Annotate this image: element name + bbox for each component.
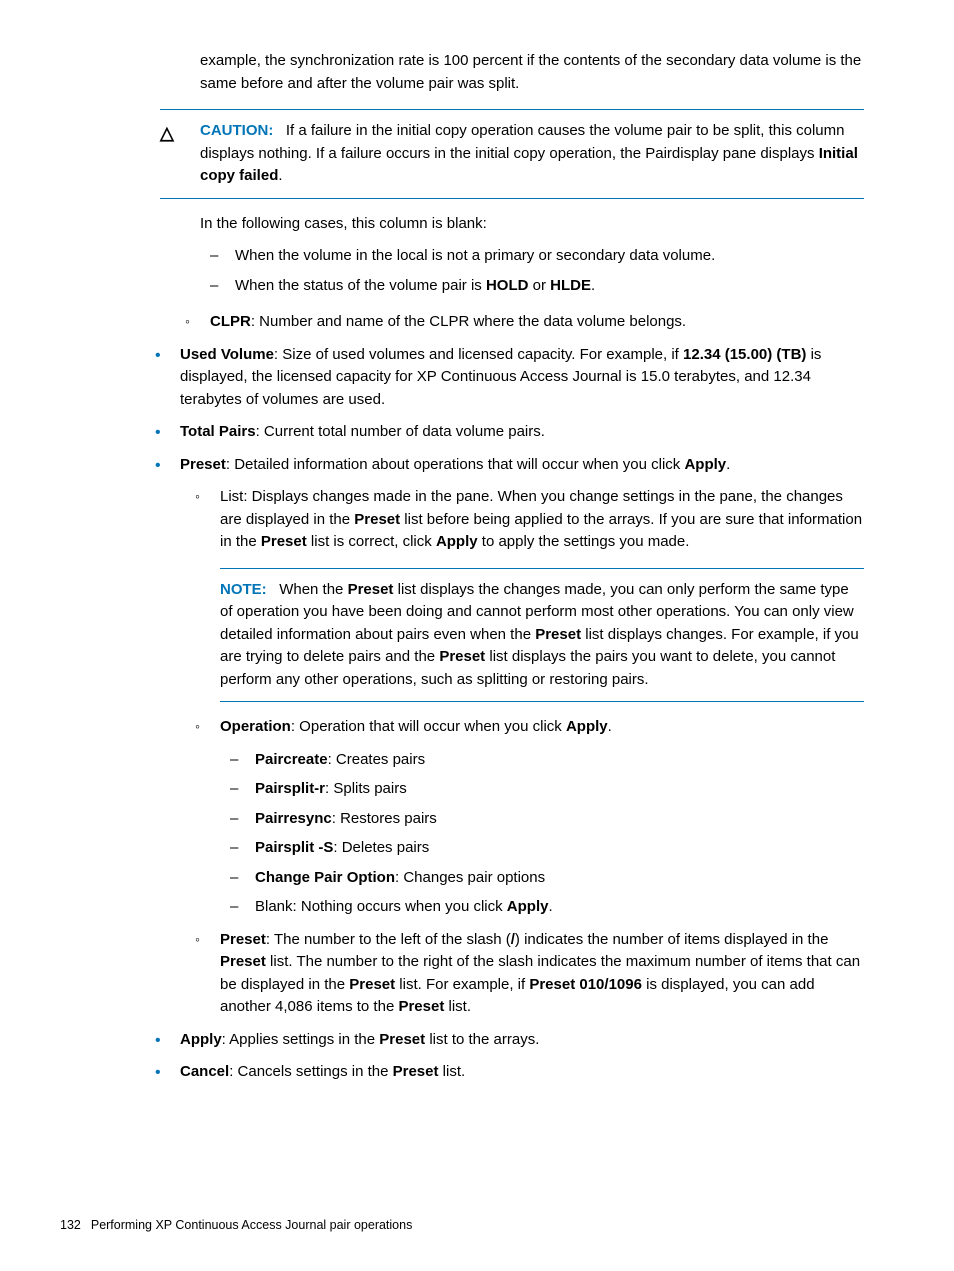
opi0-b: Paircreate bbox=[255, 751, 328, 768]
clpr-list: CLPR: Number and name of the CLPR where … bbox=[60, 311, 864, 334]
ca-t1: : Cancels settings in the bbox=[229, 1063, 392, 1080]
preset-sub-list: List: Displays changes made in the pane.… bbox=[180, 486, 864, 1019]
pl-t3: list is correct, click bbox=[307, 533, 436, 550]
caution-text2: . bbox=[278, 167, 282, 184]
page-number: 132 bbox=[60, 1218, 81, 1232]
pl-b2: Preset bbox=[261, 533, 307, 550]
ca-b2: Preset bbox=[393, 1063, 439, 1080]
clpr-item: CLPR: Number and name of the CLPR where … bbox=[180, 311, 864, 334]
pn-b4: Preset bbox=[349, 976, 395, 993]
ca-t2: list. bbox=[439, 1063, 466, 1080]
opi0-t: : Creates pairs bbox=[328, 751, 426, 768]
pn-t6: list. bbox=[444, 998, 471, 1015]
op-pairresync: Pairresync: Restores pairs bbox=[225, 808, 864, 831]
case2-b1: HOLD bbox=[486, 277, 529, 294]
op-pairsplit-s: Pairsplit -S: Deletes pairs bbox=[225, 837, 864, 860]
main-list: Used Volume: Size of used volumes and li… bbox=[60, 344, 864, 1084]
note-label: NOTE: bbox=[220, 581, 267, 598]
op-t2: . bbox=[608, 718, 612, 735]
footer-title: Performing XP Continuous Access Journal … bbox=[91, 1218, 412, 1232]
case2-pre: When the status of the volume pair is bbox=[235, 277, 486, 294]
apply-item: Apply: Applies settings in the Preset li… bbox=[150, 1029, 864, 1052]
pr-t1: : Detailed information about operations … bbox=[226, 456, 685, 473]
pr-b2: Apply bbox=[684, 456, 726, 473]
n-b3: Preset bbox=[439, 648, 485, 665]
pn-b1: Preset bbox=[220, 931, 266, 948]
clpr-text: : Number and name of the CLPR where the … bbox=[251, 313, 686, 330]
op-t1: : Operation that will occur when you cli… bbox=[291, 718, 566, 735]
uv-b1: Used Volume bbox=[180, 346, 274, 363]
ca-b1: Cancel bbox=[180, 1063, 229, 1080]
pl-b1: Preset bbox=[354, 511, 400, 528]
operation-item: Operation: Operation that will occur whe… bbox=[190, 716, 864, 919]
ap-t1: : Applies settings in the bbox=[222, 1031, 380, 1048]
pl-t4: to apply the settings you made. bbox=[478, 533, 690, 550]
case-item-1: When the volume in the local is not a pr… bbox=[205, 245, 864, 268]
intro-paragraph: example, the synchronization rate is 100… bbox=[200, 50, 864, 95]
op-change-pair-option: Change Pair Option: Changes pair options bbox=[225, 867, 864, 890]
op-b2: Apply bbox=[566, 718, 608, 735]
opi1-t: : Splits pairs bbox=[325, 780, 407, 797]
cases-block: In the following cases, this column is b… bbox=[200, 213, 864, 298]
opi1-b: Pairsplit-r bbox=[255, 780, 325, 797]
opi4-b: Change Pair Option bbox=[255, 869, 395, 886]
opb-t1: Blank: Nothing occurs when you click bbox=[255, 898, 507, 915]
pn-t4: list. For example, if bbox=[395, 976, 529, 993]
pn-t2: ) indicates the number of items displaye… bbox=[515, 931, 829, 948]
pn-b5: Preset 010/1096 bbox=[529, 976, 642, 993]
operation-list: Paircreate: Creates pairs Pairsplit-r: S… bbox=[220, 749, 864, 919]
op-b1: Operation bbox=[220, 718, 291, 735]
pr-b1: Preset bbox=[180, 456, 226, 473]
clpr-bold: CLPR bbox=[210, 313, 251, 330]
preset-list-item: List: Displays changes made in the pane.… bbox=[190, 486, 864, 702]
case2-post: . bbox=[591, 277, 595, 294]
page-footer: 132 Performing XP Continuous Access Journ… bbox=[60, 1216, 412, 1235]
opi3-t: : Deletes pairs bbox=[333, 839, 429, 856]
case2-b2: HLDE bbox=[550, 277, 591, 294]
cases-intro: In the following cases, this column is b… bbox=[200, 213, 864, 236]
preset-number-item: Preset: The number to the left of the sl… bbox=[190, 929, 864, 1019]
opb-t2: . bbox=[548, 898, 552, 915]
pl-b3: Apply bbox=[436, 533, 478, 550]
uv-b2: 12.34 (15.00) (TB) bbox=[683, 346, 806, 363]
ap-b1: Apply bbox=[180, 1031, 222, 1048]
uv-t1: : Size of used volumes and licensed capa… bbox=[274, 346, 683, 363]
tp-b: Total Pairs bbox=[180, 423, 256, 440]
caution-box: △ CAUTION: If a failure in the initial c… bbox=[160, 109, 864, 199]
opb-b: Apply bbox=[507, 898, 549, 915]
case2-mid: or bbox=[528, 277, 550, 294]
n-b2: Preset bbox=[535, 626, 581, 643]
preset-item: Preset: Detailed information about opera… bbox=[150, 454, 864, 1019]
case-item-2: When the status of the volume pair is HO… bbox=[205, 275, 864, 298]
pn-t1: : The number to the left of the slash ( bbox=[266, 931, 511, 948]
caution-label: CAUTION: bbox=[200, 122, 273, 139]
cases-list: When the volume in the local is not a pr… bbox=[200, 245, 864, 297]
caution-icon: △ bbox=[160, 120, 174, 147]
opi2-t: : Restores pairs bbox=[332, 810, 437, 827]
total-pairs-item: Total Pairs: Current total number of dat… bbox=[150, 421, 864, 444]
ap-t2: list to the arrays. bbox=[425, 1031, 539, 1048]
cancel-item: Cancel: Cancels settings in the Preset l… bbox=[150, 1061, 864, 1084]
opi3-b: Pairsplit -S bbox=[255, 839, 333, 856]
op-paircreate: Paircreate: Creates pairs bbox=[225, 749, 864, 772]
tp-t: : Current total number of data volume pa… bbox=[256, 423, 545, 440]
used-volume-item: Used Volume: Size of used volumes and li… bbox=[150, 344, 864, 412]
op-blank: Blank: Nothing occurs when you click App… bbox=[225, 896, 864, 919]
note-box: NOTE: When the Preset list displays the … bbox=[220, 568, 864, 703]
op-pairsplit-r: Pairsplit-r: Splits pairs bbox=[225, 778, 864, 801]
pn-b3: Preset bbox=[220, 953, 266, 970]
n-t1: When the bbox=[279, 581, 347, 598]
opi4-t: : Changes pair options bbox=[395, 869, 545, 886]
opi2-b: Pairresync bbox=[255, 810, 332, 827]
caution-text: If a failure in the initial copy operati… bbox=[200, 122, 844, 162]
pr-t2: . bbox=[726, 456, 730, 473]
ap-b2: Preset bbox=[379, 1031, 425, 1048]
n-b1: Preset bbox=[348, 581, 394, 598]
pn-b6: Preset bbox=[398, 998, 444, 1015]
